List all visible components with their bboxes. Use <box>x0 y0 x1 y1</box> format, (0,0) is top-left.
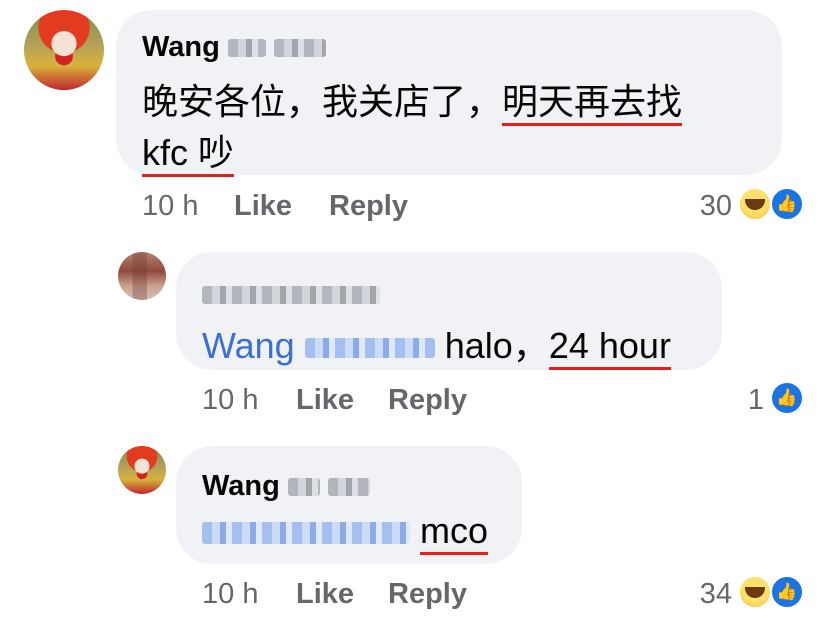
comment-text: Wang halo，24 hour <box>202 317 671 370</box>
comment-timestamp[interactable]: 10 h <box>202 578 258 611</box>
comment-timestamp[interactable]: 10 h <box>142 190 198 223</box>
underlined-text: mco <box>420 510 489 555</box>
comment-author[interactable]: Wang <box>202 470 370 503</box>
redacted-name <box>202 286 380 305</box>
like-icon[interactable]: 👍 <box>770 575 804 609</box>
redacted-name <box>227 39 266 58</box>
like-button[interactable]: Like <box>234 190 292 223</box>
haha-icon[interactable] <box>738 187 772 221</box>
reaction-count[interactable]: 34 <box>680 578 732 611</box>
haha-mouth <box>745 199 765 210</box>
like-button[interactable]: Like <box>296 384 354 417</box>
underlined-text: 明天再去找 <box>502 81 683 126</box>
comment-author[interactable]: Wang <box>142 31 326 64</box>
like-button[interactable]: Like <box>296 578 354 611</box>
comment-text: mco <box>202 510 489 555</box>
redacted-name <box>273 39 326 58</box>
avatar[interactable] <box>118 446 166 494</box>
reply-button[interactable]: Reply <box>388 384 467 417</box>
comment-timestamp[interactable]: 10 h <box>202 384 258 417</box>
comment-text: 晚安各位，我关店了，明天再去找 <box>142 73 683 126</box>
reaction-count[interactable]: 30 <box>680 190 732 223</box>
reply-button[interactable]: Reply <box>388 578 467 611</box>
reply-button[interactable]: Reply <box>329 190 408 223</box>
haha-icon[interactable] <box>738 575 772 609</box>
like-icon[interactable]: 👍 <box>770 381 804 415</box>
like-icon[interactable]: 👍 <box>770 187 804 221</box>
haha-mouth <box>745 587 765 598</box>
mention-link[interactable]: Wang <box>202 325 435 366</box>
underlined-text: 24 hour <box>548 325 671 370</box>
comment-text-line-2: kfc 吵 <box>142 124 235 177</box>
reaction-count[interactable]: 1 <box>716 384 764 417</box>
comment-author-redacted[interactable] <box>202 278 380 311</box>
redacted-name <box>304 338 435 359</box>
avatar[interactable] <box>24 10 104 90</box>
redacted-name <box>327 478 370 497</box>
redacted-mention[interactable] <box>202 522 410 545</box>
redacted-name <box>287 478 320 497</box>
underlined-text: kfc 吵 <box>142 132 235 177</box>
avatar[interactable] <box>118 252 166 300</box>
